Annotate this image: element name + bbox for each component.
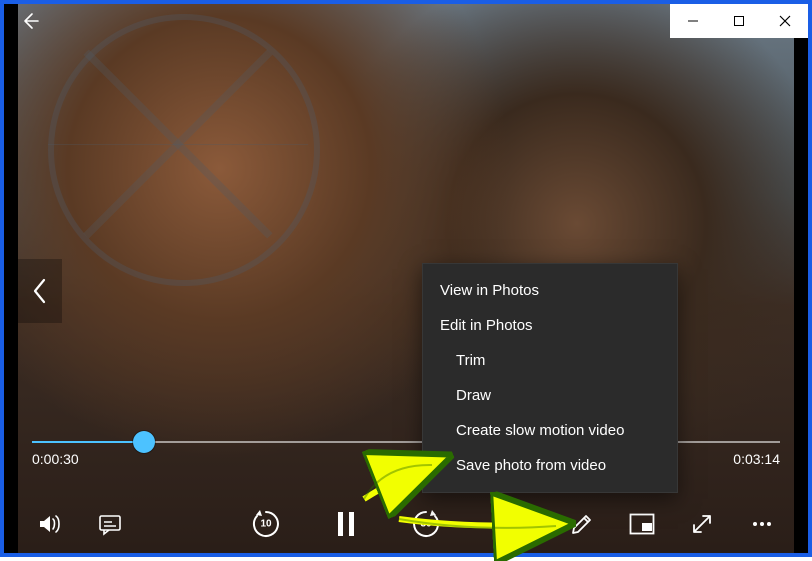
maximize-button[interactable] xyxy=(716,4,762,38)
pause-button[interactable] xyxy=(328,506,364,542)
subtitles-button[interactable] xyxy=(92,506,128,542)
pause-icon xyxy=(334,510,358,538)
minimize-button[interactable] xyxy=(670,4,716,38)
miniview-icon xyxy=(629,513,655,535)
menu-save-photo-from-video[interactable]: Save photo from video xyxy=(422,448,678,483)
player-controls: 10 30 xyxy=(4,495,808,553)
more-icon xyxy=(750,512,774,536)
miniview-button[interactable] xyxy=(624,506,660,542)
volume-icon xyxy=(37,511,63,537)
menu-view-in-photos[interactable]: View in Photos xyxy=(422,273,678,308)
minimize-icon xyxy=(687,15,699,27)
volume-button[interactable] xyxy=(32,506,68,542)
edit-context-menu: View in Photos Edit in Photos Trim Draw … xyxy=(422,263,678,493)
skip-forward-button[interactable]: 30 xyxy=(408,506,444,542)
close-button[interactable] xyxy=(762,4,808,38)
skip-back-button[interactable]: 10 xyxy=(248,506,284,542)
subtitle-icon xyxy=(97,511,123,537)
title-bar xyxy=(4,4,808,38)
more-button[interactable] xyxy=(744,506,780,542)
menu-draw[interactable]: Draw xyxy=(422,378,678,413)
previous-media-button[interactable] xyxy=(18,259,62,323)
skip-back-label: 10 xyxy=(260,518,271,529)
close-icon xyxy=(779,15,791,27)
seek-thumb[interactable] xyxy=(133,431,155,453)
back-arrow-icon xyxy=(20,11,40,31)
back-button[interactable] xyxy=(10,4,50,38)
fullscreen-button[interactable] xyxy=(684,506,720,542)
maximize-icon xyxy=(733,15,745,27)
seek-fill xyxy=(32,441,144,443)
menu-trim[interactable]: Trim xyxy=(422,343,678,378)
total-time: 0:03:14 xyxy=(733,451,780,467)
pencil-icon xyxy=(570,512,594,536)
app-window: 0:00:30 0:03:14 10 xyxy=(0,0,812,557)
window-controls xyxy=(670,4,808,38)
menu-edit-in-photos[interactable]: Edit in Photos xyxy=(422,308,678,343)
menu-create-slow-motion[interactable]: Create slow motion video xyxy=(422,413,678,448)
current-time: 0:00:30 xyxy=(32,451,79,467)
chevron-left-icon xyxy=(31,277,49,305)
fullscreen-icon xyxy=(690,512,714,536)
skip-forward-label: 30 xyxy=(420,518,431,529)
edit-button[interactable] xyxy=(564,506,600,542)
